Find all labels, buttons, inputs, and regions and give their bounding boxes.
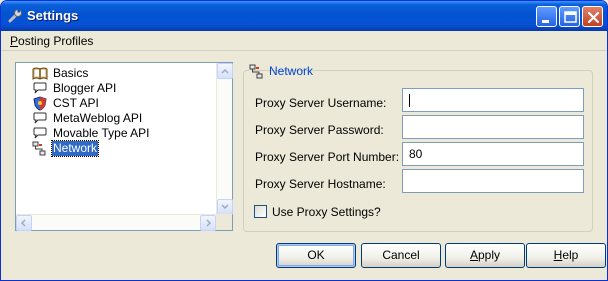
use-proxy-label[interactable]: Use Proxy Settings? xyxy=(272,205,381,219)
ok-button[interactable]: OK xyxy=(276,243,356,268)
help-label-rest: elp xyxy=(562,248,579,262)
scroll-down-button[interactable] xyxy=(217,199,233,215)
speech-bubble-icon xyxy=(33,112,47,124)
apply-button[interactable]: Apply xyxy=(445,243,525,268)
menu-posting-profiles[interactable]: Posting Profiles xyxy=(10,34,93,48)
scroll-up-button[interactable] xyxy=(217,63,233,79)
close-button[interactable] xyxy=(582,6,603,27)
scroll-right-button[interactable] xyxy=(200,215,216,231)
scroll-left-button[interactable] xyxy=(16,215,32,231)
scrollbar-corner xyxy=(216,214,232,230)
tree-vertical-scrollbar[interactable] xyxy=(216,63,233,215)
settings-tree[interactable]: Basics Blogger API CST API MetaWeblog AP… xyxy=(15,62,233,231)
close-icon xyxy=(587,11,600,24)
proxy-port-value: 80 xyxy=(409,147,423,161)
maximize-button[interactable] xyxy=(559,6,580,27)
proxy-hostname-label: Proxy Server Hostname: xyxy=(255,177,386,191)
proxy-password-field[interactable] xyxy=(402,115,584,139)
tree-item-label: Network xyxy=(50,140,100,157)
text-caret xyxy=(409,94,410,107)
proxy-username-field[interactable] xyxy=(402,88,584,112)
use-proxy-checkbox[interactable] xyxy=(254,205,267,218)
menu-label-rest: osting Profiles xyxy=(18,34,94,48)
chevron-down-icon xyxy=(221,204,229,210)
settings-window: Settings Posting Profiles Basics Blogger… xyxy=(0,0,608,281)
speech-bubble-icon xyxy=(33,127,47,139)
book-icon xyxy=(32,67,48,80)
chevron-left-icon xyxy=(20,219,26,227)
tree-horizontal-scrollbar[interactable] xyxy=(16,214,216,231)
tree-item-label: Basics xyxy=(53,66,89,80)
tree-item-label: Blogger API xyxy=(53,81,117,95)
minimize-button[interactable] xyxy=(536,6,557,27)
network-icon xyxy=(249,64,263,79)
shield-icon xyxy=(33,96,47,111)
proxy-port-label: Proxy Server Port Number: xyxy=(255,150,400,164)
help-button[interactable]: Help xyxy=(526,243,606,268)
window-title: Settings xyxy=(27,8,79,23)
network-icon xyxy=(32,141,46,156)
menu-mnemonic: P xyxy=(10,34,19,48)
menu-bar: Posting Profiles xyxy=(1,31,607,51)
cancel-button[interactable]: Cancel xyxy=(361,243,441,268)
network-heading-label: Network xyxy=(269,64,314,78)
chevron-up-icon xyxy=(221,68,229,74)
tree-item-label: CST API xyxy=(53,96,99,110)
chevron-right-icon xyxy=(206,219,212,227)
maximize-icon xyxy=(564,11,577,23)
tree-item-label: MetaWeblog API xyxy=(53,111,143,125)
tree-item-label: Movable Type API xyxy=(53,126,150,140)
apply-mnemonic: A xyxy=(469,248,478,262)
title-bar[interactable]: Settings xyxy=(1,1,607,31)
network-group-heading: Network xyxy=(249,63,313,79)
proxy-password-label: Proxy Server Password: xyxy=(255,123,384,137)
proxy-hostname-field[interactable] xyxy=(402,169,584,193)
proxy-port-field[interactable]: 80 xyxy=(402,142,584,166)
speech-bubble-icon xyxy=(33,82,47,94)
proxy-username-label: Proxy Server Username: xyxy=(255,96,387,110)
minimize-icon xyxy=(542,20,549,23)
wrench-icon xyxy=(8,9,22,23)
apply-label-rest: pply xyxy=(478,248,501,262)
